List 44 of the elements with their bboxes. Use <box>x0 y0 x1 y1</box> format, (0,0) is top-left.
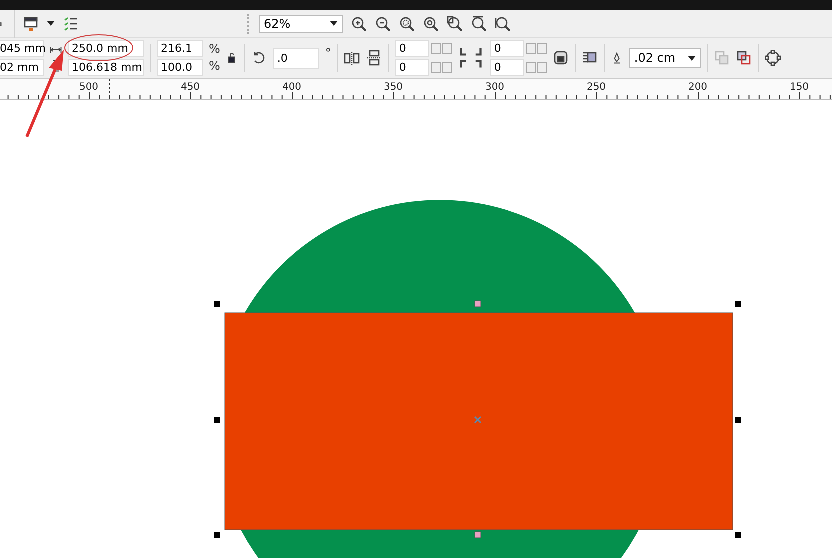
convert-to-curves-icon[interactable] <box>765 50 782 66</box>
height-icon[interactable] <box>50 60 62 72</box>
width-icon[interactable] <box>50 44 62 56</box>
position-x-field[interactable]: 045 mm <box>0 40 44 57</box>
monitor-icon[interactable] <box>23 16 39 32</box>
circle-bottom-segment[interactable] <box>241 530 639 558</box>
percent-label: % <box>209 42 220 57</box>
corner-radius-field[interactable]: 0 <box>490 40 524 57</box>
position-y-field[interactable]: 02 mm <box>0 59 44 76</box>
zoom-in-icon[interactable] <box>351 16 367 32</box>
ruler-label: 400 <box>282 82 302 93</box>
ruler-label: 150 <box>790 82 810 93</box>
checklist-icon[interactable] <box>63 16 79 32</box>
ruler-label: 250 <box>586 82 606 93</box>
lock-icon[interactable] <box>226 52 238 64</box>
zoom-level-dropdown[interactable]: 62% <box>259 14 343 32</box>
circle-top-segment[interactable] <box>244 200 636 313</box>
percent-label: % <box>209 59 220 74</box>
corner-radius-field[interactable]: 0 <box>490 59 524 76</box>
zoom-page-icon[interactable] <box>447 16 463 32</box>
corner-radius-field[interactable]: 0 <box>395 40 430 57</box>
corner-radius-field[interactable]: 0 <box>395 59 430 76</box>
lock-icon[interactable] <box>553 50 570 66</box>
zoom-all-icon[interactable] <box>423 16 439 32</box>
back-object-icon[interactable] <box>736 50 752 66</box>
ruler-label: 200 <box>688 82 708 93</box>
height-field[interactable]: 106.618 mm <box>68 59 144 76</box>
mirror-horizontal-icon[interactable] <box>344 50 360 66</box>
degree-label: ° <box>325 46 332 60</box>
mirror-vertical-icon[interactable] <box>366 50 382 66</box>
scale-x-field[interactable]: 216.1 <box>157 40 203 57</box>
zoom-height-icon[interactable] <box>495 16 511 32</box>
ruler-label: 500 <box>79 82 99 93</box>
outline-width-dropdown[interactable]: .02 cm <box>629 48 702 68</box>
ruler-label: 450 <box>180 82 200 93</box>
zoom-selected-icon[interactable] <box>399 16 415 32</box>
ruler-label: 350 <box>384 82 404 93</box>
ruler-label: 300 <box>485 82 505 93</box>
rotation-field[interactable]: .0 <box>273 48 320 68</box>
zoom-width-icon[interactable] <box>471 16 487 32</box>
caret-icon[interactable] <box>47 21 55 26</box>
scale-y-field[interactable]: 100.0 <box>157 59 203 76</box>
zoom-out-icon[interactable] <box>375 16 391 32</box>
width-field[interactable]: 250.0 mm <box>68 40 144 57</box>
